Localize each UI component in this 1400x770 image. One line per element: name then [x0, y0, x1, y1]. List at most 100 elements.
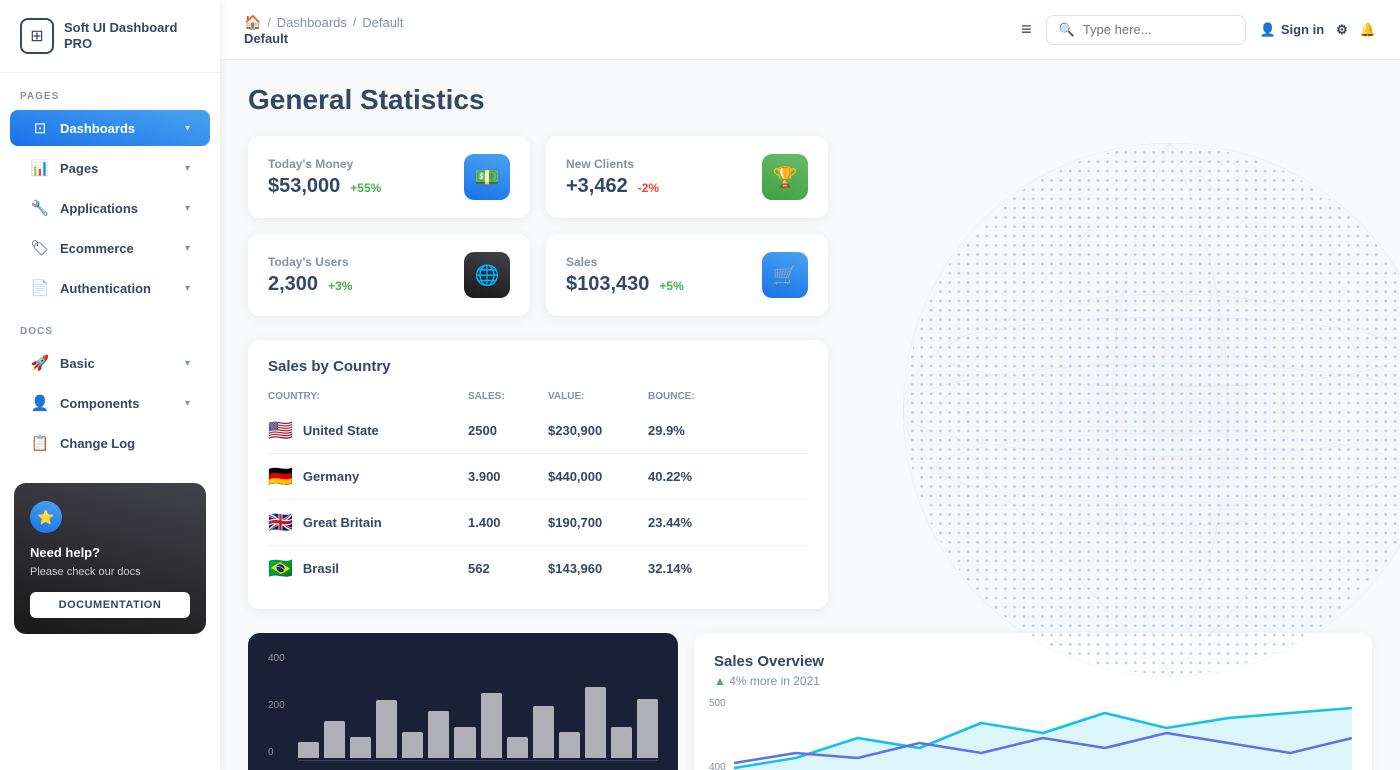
sales-overview-growth: ▲ 4% more in 2021 — [714, 674, 1352, 688]
signin-button[interactable]: 👤 Sign in — [1260, 22, 1325, 38]
help-icon: ⭐ — [30, 501, 62, 533]
applications-icon: 🔧 — [30, 199, 50, 217]
bar — [507, 737, 528, 758]
bar — [298, 742, 319, 758]
sidebar-item-basic[interactable]: 🚀 Basic ▾ — [10, 345, 210, 381]
sales-br: 562 — [468, 561, 490, 576]
y-label-400: 400 — [268, 653, 285, 664]
country-name-br: Brasil — [303, 561, 339, 576]
bar — [585, 687, 606, 758]
stat-change-clients: -2% — [638, 181, 659, 195]
components-icon: 👤 — [30, 394, 50, 412]
sidebar-docs-label: DOCS — [0, 308, 220, 343]
globe-svg — [880, 120, 1400, 700]
logo-icon: ⊞ — [20, 18, 54, 54]
chevron-pages: ▾ — [185, 163, 190, 174]
topbar-right: ≡ 🔍 👤 Sign in ⚙ 🔔 — [1021, 15, 1376, 45]
country-name-de: Germany — [303, 469, 359, 484]
sales-de: 3.900 — [468, 469, 501, 484]
country-table: Country: Sales: Value: Bounce: 🇺🇸 United… — [268, 391, 808, 591]
stat-card-users: Today's Users 2,300 +3% 🌐 — [248, 234, 530, 316]
stat-change-sales: +5% — [659, 279, 683, 293]
stat-label-sales: Sales — [566, 255, 684, 269]
bar — [533, 706, 554, 759]
stat-icon-clients: 🏆 — [762, 154, 808, 200]
page-title-breadcrumb: Default — [244, 31, 403, 46]
sidebar-item-components[interactable]: 👤 Components ▾ — [10, 385, 210, 421]
home-icon: 🏠 — [244, 14, 261, 31]
col-value: Value: — [548, 391, 648, 408]
sales-gb: 1.400 — [468, 515, 501, 530]
documentation-button[interactable]: DOCUMENTATION — [30, 592, 190, 618]
bounce-us: 29.9% — [648, 423, 685, 438]
table-row: 🇬🇧 Great Britain 1.400 $190,700 23.44% — [268, 500, 808, 546]
sidebar-item-authentication[interactable]: 📄 Authentication ▾ — [10, 270, 210, 306]
col-bounce: Bounce: — [648, 391, 808, 408]
search-input[interactable] — [1083, 22, 1233, 37]
bar-chart-card: 400 200 0 — [248, 633, 678, 770]
settings-button[interactable]: ⚙ — [1336, 22, 1348, 38]
growth-text: 4% more in 2021 — [729, 674, 820, 688]
search-box: 🔍 — [1046, 15, 1246, 45]
topbar-actions: 👤 Sign in ⚙ 🔔 — [1260, 22, 1376, 38]
flag-us: 🇺🇸 — [268, 418, 293, 443]
bar-chart-bars — [298, 653, 658, 758]
user-icon: 👤 — [1260, 22, 1276, 38]
authentication-icon: 📄 — [30, 279, 50, 297]
sales-overview-card: Sales Overview ▲ 4% more in 2021 500 400 — [694, 633, 1372, 770]
breadcrumb: 🏠 / Dashboards / Default — [244, 14, 403, 31]
hamburger-icon[interactable]: ≡ — [1021, 19, 1032, 40]
stat-icon-sales: 🛒 — [762, 252, 808, 298]
chevron-basic: ▾ — [185, 358, 190, 369]
notifications-button[interactable]: 🔔 — [1360, 22, 1376, 38]
bar — [559, 732, 580, 758]
col-country: Country: — [268, 391, 468, 408]
sidebar-item-changelog[interactable]: 📋 Change Log — [10, 425, 210, 461]
breadcrumb-sep2: / — [353, 15, 356, 29]
chevron-applications: ▾ — [185, 203, 190, 214]
bounce-de: 40.22% — [648, 469, 692, 484]
sidebar-pages-label: PAGES — [0, 73, 220, 108]
chevron-ecommerce: ▾ — [185, 243, 190, 254]
stat-change-money: +55% — [350, 181, 381, 195]
y-label-200: 200 — [268, 700, 285, 711]
basic-icon: 🚀 — [30, 354, 50, 372]
bar — [324, 721, 345, 758]
changelog-icon: 📋 — [30, 434, 50, 452]
stat-label-users: Today's Users — [268, 255, 352, 269]
ecommerce-icon: 🏷 — [30, 239, 50, 257]
breadcrumb-dashboards[interactable]: Dashboards — [277, 15, 347, 30]
stat-value-users: 2,300 — [268, 273, 318, 296]
bar — [350, 737, 371, 758]
bar — [481, 693, 502, 758]
sidebar-item-dashboards[interactable]: ⊡ Dashboards ▾ — [10, 110, 210, 146]
table-row: 🇺🇸 United State 2500 $230,900 29.9% — [268, 408, 808, 454]
help-title: Need help? — [30, 545, 100, 560]
sidebar-item-label-components: Components — [60, 396, 139, 411]
bar — [454, 727, 475, 759]
stat-icon-money: 💵 — [464, 154, 510, 200]
page-title: General Statistics — [248, 84, 1372, 116]
flag-br: 🇧🇷 — [268, 556, 293, 581]
sidebar-item-applications[interactable]: 🔧 Applications ▾ — [10, 190, 210, 226]
country-name-us: United State — [303, 423, 379, 438]
bounce-br: 32.14% — [648, 561, 692, 576]
sidebar-item-label-authentication: Authentication — [60, 281, 151, 296]
dashboards-icon: ⊡ — [30, 119, 50, 137]
sidebar-item-ecommerce[interactable]: 🏷 Ecommerce ▾ — [10, 230, 210, 266]
bottom-row: 400 200 0 — [248, 633, 1372, 770]
flag-gb: 🇬🇧 — [268, 510, 293, 535]
sidebar-item-pages[interactable]: 📊 Pages ▾ — [10, 150, 210, 186]
stat-card-money: Today's Money $53,000 +55% 💵 — [248, 136, 530, 218]
stat-card-sales: Sales $103,430 +5% 🛒 — [546, 234, 828, 316]
signin-label: Sign in — [1281, 22, 1324, 37]
stat-value-clients: +3,462 — [566, 175, 628, 198]
chevron-components: ▾ — [185, 398, 190, 409]
bounce-gb: 23.44% — [648, 515, 692, 530]
stat-label-clients: New Clients — [566, 157, 659, 171]
y-label-500: 500 — [709, 698, 726, 709]
table-row: 🇧🇷 Brasil 562 $143,960 32.14% — [268, 546, 808, 592]
country-name-gb: Great Britain — [303, 515, 382, 530]
col-sales: Sales: — [468, 391, 548, 408]
breadcrumb-sep1: / — [267, 15, 270, 29]
